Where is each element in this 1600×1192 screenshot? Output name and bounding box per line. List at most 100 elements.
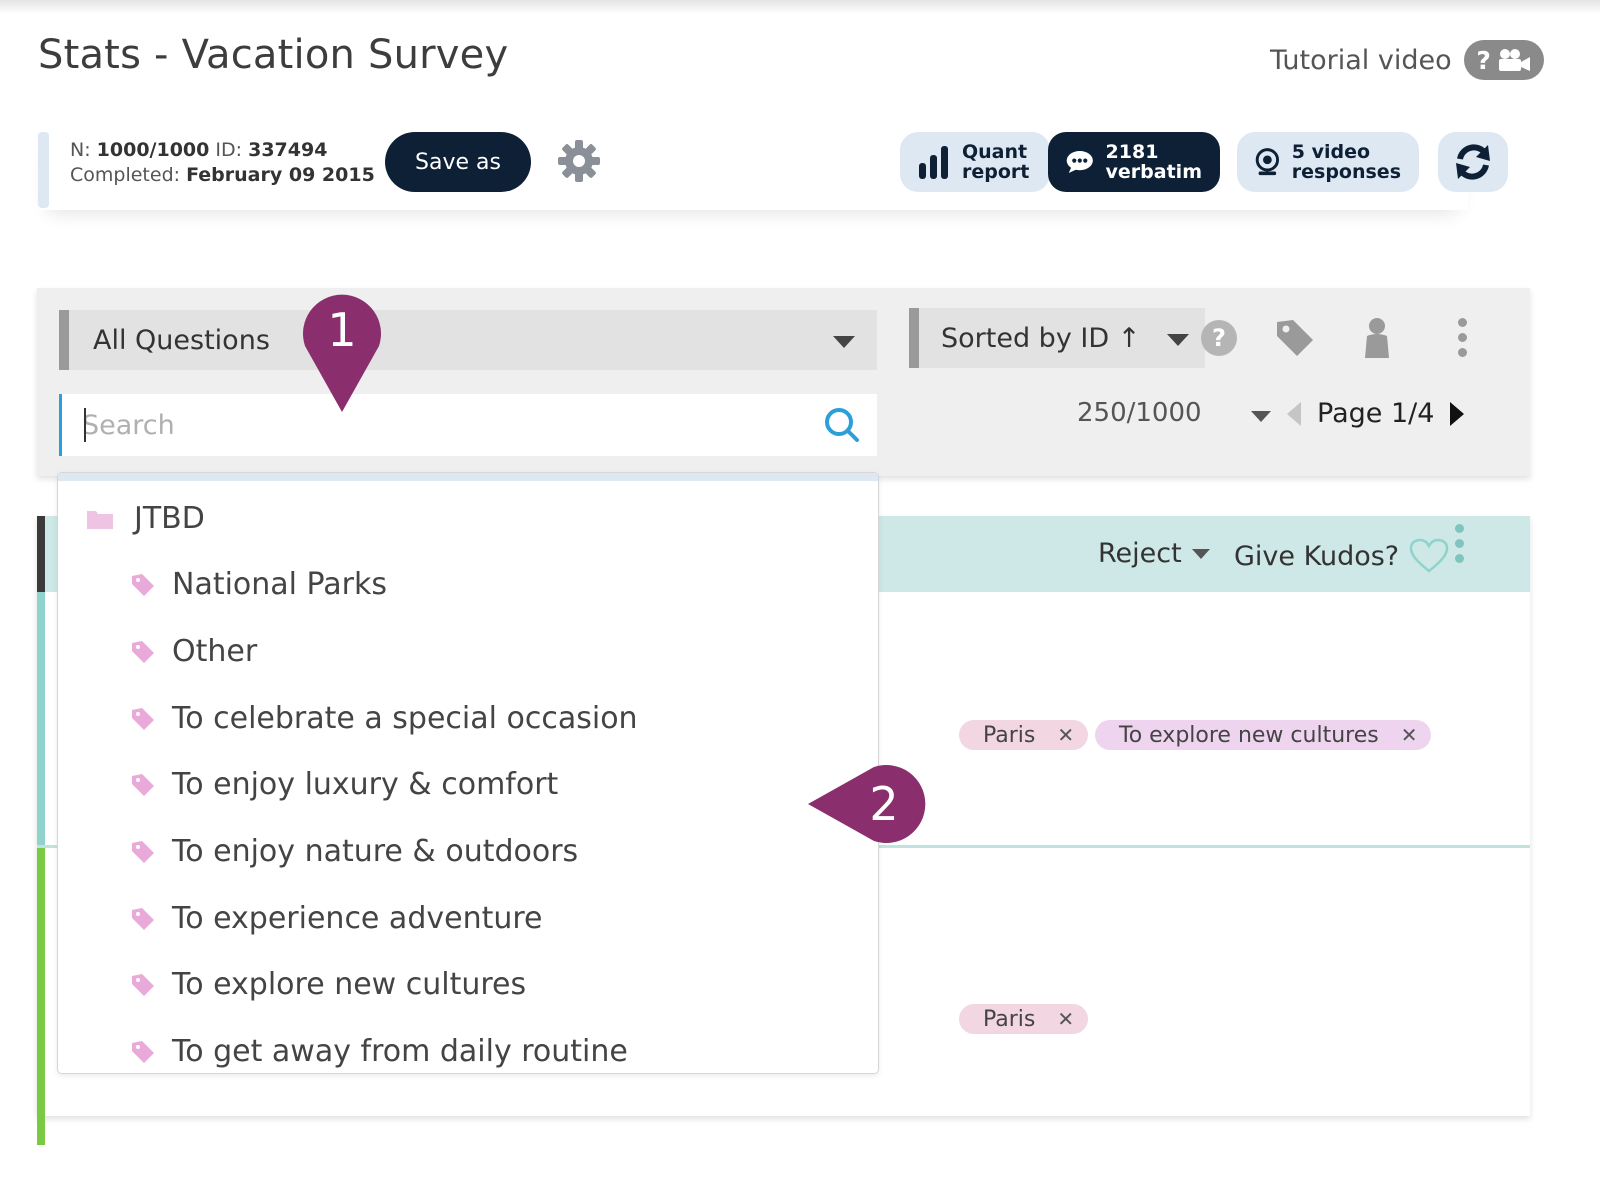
tag-dropdown-list[interactable]: JTBD National Parks Other To celebrate a… [57,472,879,1074]
video-responses-button[interactable]: 5 video responses [1237,132,1419,192]
id-label: ID: [215,139,243,161]
item-label: To get away from daily routine [172,1034,628,1069]
item-label: To enjoy luxury & comfort [172,767,559,802]
dropdown-item[interactable]: To enjoy luxury & comfort [130,767,558,802]
video-camera-icon[interactable]: ? [1463,40,1544,80]
speech-bubble-icon [1066,150,1093,174]
search-field[interactable] [59,394,877,456]
search-input[interactable] [82,394,802,456]
search-icon[interactable] [823,406,861,444]
sort-select-value: Sorted by ID ↑ [941,322,1141,354]
tag-label: Paris [983,722,1036,748]
dropdown-item[interactable]: To explore new cultures [130,967,526,1002]
help-glyph: ? [1476,45,1491,75]
tag-chip: Paris ✕ [959,720,1089,750]
dropdown-item[interactable]: To experience adventure [130,901,543,936]
help-icon[interactable]: ? [1197,316,1241,360]
completed-label: Completed: [70,164,181,186]
tag-icon [132,907,154,930]
tag-icon [132,1040,154,1063]
row2-stripe [37,845,45,1145]
item-label: National Parks [172,567,388,602]
info-accent-bar [38,132,49,208]
tutorial-video-link[interactable]: Tutorial video ? [1270,40,1544,80]
tag-label: Paris [983,1006,1036,1032]
tag-icon [132,707,154,730]
callout-marker-2: 2 [808,765,926,843]
folder-label: JTBD [134,501,205,536]
page-title: Stats - Vacation Survey [38,32,509,78]
prev-page-icon[interactable] [1287,401,1301,426]
folder-icon [87,510,113,529]
filter-panel: All Questions Sorted by ID ↑ ? 250/1000 … [37,288,1530,476]
folder-item-jtbd[interactable]: JTBD [86,501,205,536]
quant-report-label: Quant report [962,141,1030,183]
item-label: To celebrate a special occasion [172,701,638,736]
reject-dropdown[interactable]: Reject [1098,538,1210,569]
give-kudos-button[interactable]: Give Kudos? [1234,538,1449,574]
heart-icon[interactable] [1409,538,1449,574]
save-as-button[interactable]: Save as [385,132,531,192]
webcam-icon [1255,148,1280,176]
n-label: N: [70,139,91,161]
tag-icon [132,773,154,796]
tag-label: To explore new cultures [1119,722,1379,748]
item-label: To enjoy nature & outdoors [172,834,579,869]
tag-icon [132,840,154,863]
gear-icon[interactable] [556,138,602,184]
reject-label: Reject [1098,538,1182,569]
verbatim-button[interactable]: 2181 verbatim [1048,132,1220,192]
survey-meta: N: 1000/1000 ID: 337494 Completed: Febru… [70,138,375,188]
person-icon[interactable] [1355,316,1399,360]
next-page-icon[interactable] [1450,401,1465,426]
completed-value: February 09 2015 [186,164,375,186]
n-value: 1000/1000 [96,139,210,161]
callout-marker-1: 1 [303,294,381,412]
tag-icon [132,573,154,596]
video-responses-label: 5 video responses [1291,141,1401,183]
dropdown-item[interactable]: To get away from daily routine [130,1034,628,1069]
row-options-icon[interactable] [1455,524,1464,563]
sort-select[interactable]: Sorted by ID ↑ [909,308,1205,368]
item-label: To experience adventure [172,901,543,936]
page-indicator: Page 1/4 [1317,398,1435,429]
dropdown-item[interactable]: To celebrate a special occasion [130,701,638,736]
question-select[interactable]: All Questions [59,310,877,370]
tag-icon[interactable] [1273,316,1317,360]
text-cursor [84,408,86,442]
chevron-down-icon [1167,334,1189,346]
chevron-down-icon [833,336,855,348]
verbatim-label: 2181 verbatim [1105,141,1202,183]
tag-icon [132,973,154,996]
remove-tag-icon[interactable]: ✕ [1401,723,1418,747]
quant-report-button[interactable]: Quant report [900,132,1050,192]
tag-chip: Paris ✕ [959,1004,1089,1034]
tag-icon [132,640,154,663]
pagination: Page 1/4 [1287,398,1465,429]
kudos-label: Give Kudos? [1234,540,1400,572]
more-options-icon[interactable] [1458,318,1467,357]
per-page-value: 250/1000 [1077,398,1202,428]
dropdown-item[interactable]: National Parks [130,567,387,602]
per-page-select[interactable]: 250/1000 [1077,398,1271,428]
id-value: 337494 [248,139,328,161]
marker-2-label: 2 [869,777,898,831]
remove-tag-icon[interactable]: ✕ [1057,1007,1074,1031]
refresh-button[interactable] [1438,132,1508,192]
item-label: Other [172,634,258,669]
row1-stripe [37,592,45,845]
dropdown-item[interactable]: Other [130,634,257,669]
question-select-value: All Questions [93,324,270,356]
marker-1-label: 1 [327,303,356,357]
chevron-down-icon [1191,548,1210,559]
top-shade [0,0,1600,14]
bar-chart-icon [919,146,948,179]
dropdown-item[interactable]: To enjoy nature & outdoors [130,834,578,869]
tag-chip: To explore new cultures ✕ [1095,720,1432,750]
item-label: To explore new cultures [172,967,527,1002]
refresh-icon [1456,144,1490,180]
remove-tag-icon[interactable]: ✕ [1057,723,1074,747]
tutorial-label: Tutorial video [1270,44,1452,76]
camera-icon [1498,49,1530,71]
dropdown-top-bar [58,473,878,481]
